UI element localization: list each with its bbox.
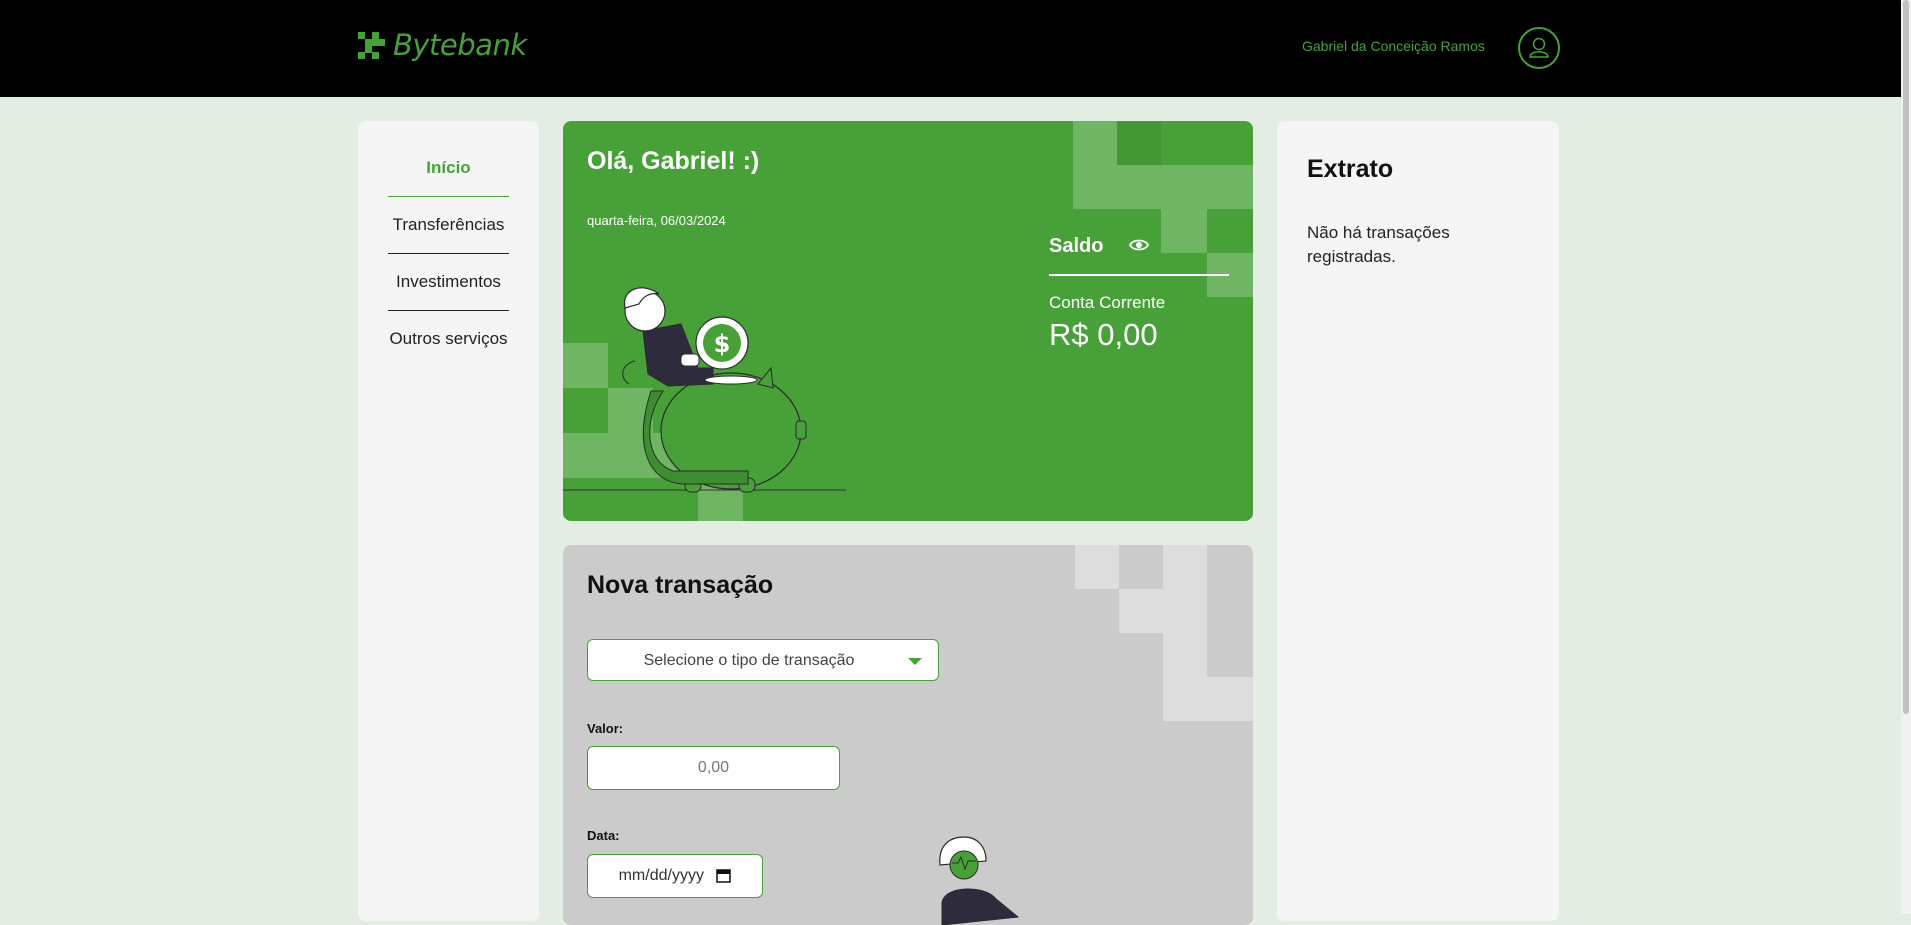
decor-pixel — [1073, 165, 1117, 209]
balance-label: Saldo — [1049, 235, 1104, 257]
date-label: Data: — [587, 828, 620, 843]
avatar-button[interactable] — [1518, 27, 1560, 69]
user-name: Gabriel da Conceição Ramos — [1302, 38, 1485, 54]
decor-pixel — [1117, 165, 1161, 209]
decor-pixel — [1161, 165, 1207, 209]
new-transaction-card: Nova transação Selecione o tipo de trans… — [563, 545, 1253, 925]
empty-statement-message: Não há transações registradas. — [1307, 223, 1450, 266]
decor-pixel — [1207, 165, 1253, 209]
page-scrollbar[interactable] — [1901, 0, 1911, 914]
nav-divider — [388, 196, 509, 197]
decor-pixel — [1163, 545, 1207, 589]
sidebar-item-investimentos[interactable]: Investimentos — [388, 272, 509, 292]
brand-logo[interactable]: Bytebank — [358, 28, 527, 62]
sidebar-item-transferencias[interactable]: Transferências — [388, 215, 509, 235]
date-placeholder: mm/dd/yyyy — [618, 867, 704, 884]
person-with-card-illustration — [939, 836, 1020, 925]
current-date: quarta-feira, 06/03/2024 — [587, 213, 726, 228]
piggy-bank-illustration: $ — [563, 287, 846, 493]
brand-name: Bytebank — [393, 28, 527, 62]
decor-pixel — [1161, 209, 1207, 253]
account-type: Conta Corrente — [1049, 293, 1166, 312]
transaction-type-select[interactable]: Selecione o tipo de transação — [587, 639, 939, 681]
balance-divider — [1049, 274, 1229, 276]
date-input[interactable]: mm/dd/yyyy — [587, 854, 763, 898]
nav-divider — [388, 253, 509, 254]
decor-pixel — [1163, 589, 1207, 633]
bytebank-logo-icon — [358, 31, 385, 59]
decor-pixel — [1119, 589, 1163, 633]
user-icon — [1529, 37, 1549, 58]
decor-pixel — [1075, 545, 1119, 589]
balance-card: Olá, Gabriel! :) quarta-feira, 06/03/202… — [563, 121, 1253, 521]
statement-title: Extrato — [1307, 155, 1394, 183]
statement-panel: Extrato Não há transações registradas. — [1277, 121, 1559, 921]
transaction-title: Nova transação — [587, 571, 774, 599]
scrollbar-thumb[interactable] — [1903, 0, 1909, 714]
decor-pixel — [1207, 677, 1253, 721]
balance-amount: R$ 0,00 — [1049, 317, 1158, 352]
greeting-title: Olá, Gabriel! :) — [587, 147, 760, 175]
decor-pixel — [1117, 121, 1161, 165]
calendar-icon[interactable] — [716, 868, 732, 884]
svg-text:$: $ — [714, 330, 731, 358]
decor-pixel — [1163, 633, 1207, 677]
top-header: Bytebank Gabriel da Conceição Ramos — [0, 0, 1901, 97]
value-label: Valor: — [587, 721, 624, 736]
sidebar-item-inicio[interactable]: Início — [388, 158, 509, 178]
decor-pixel — [1073, 121, 1117, 165]
chevron-down-icon — [908, 658, 922, 665]
nav-divider — [388, 310, 509, 311]
decor-pixel — [1163, 677, 1207, 721]
select-placeholder: Selecione o tipo de transação — [643, 652, 855, 669]
eye-icon[interactable] — [1129, 237, 1149, 253]
sidebar-item-outros-servicos[interactable]: Outros serviços — [388, 329, 509, 349]
value-input[interactable]: 0,00 — [587, 746, 840, 790]
sidebar-nav: Início Transferências Investimentos Outr… — [358, 121, 539, 921]
